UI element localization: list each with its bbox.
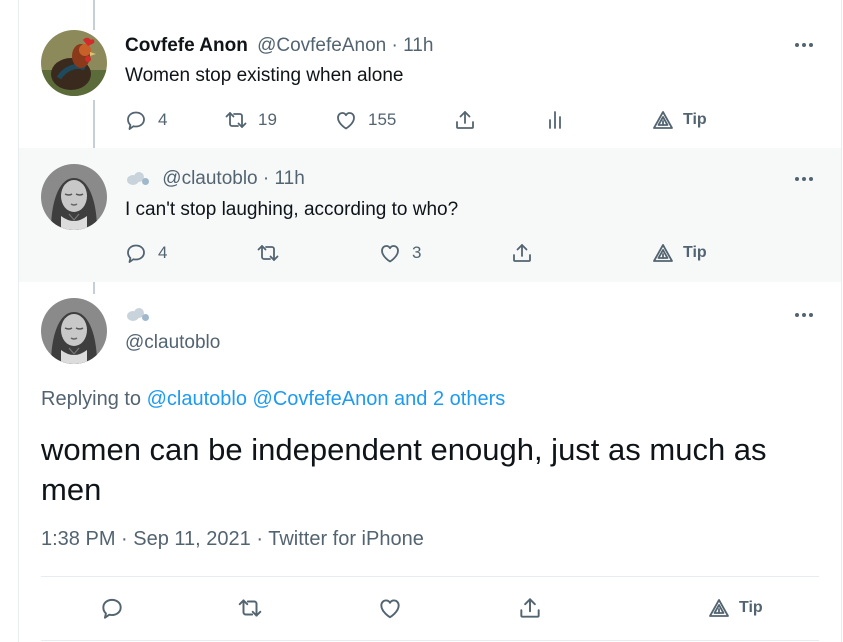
retweet-icon bbox=[237, 595, 263, 621]
share-icon bbox=[510, 241, 534, 265]
tweet-header: @clautoblo · 11h bbox=[125, 168, 305, 190]
retweet-button[interactable] bbox=[256, 237, 290, 269]
reply-count: 4 bbox=[158, 110, 168, 129]
tweet-time[interactable]: 11h bbox=[403, 35, 433, 56]
author-handle[interactable]: @CovfefeAnon bbox=[257, 35, 386, 56]
tip-label: Tip bbox=[683, 244, 707, 261]
like-button[interactable]: 3 bbox=[378, 237, 421, 269]
separator: · bbox=[257, 168, 275, 189]
tweet-clautoblo-reply[interactable]: @clautoblo · 11h I can't stop laughing, … bbox=[19, 148, 841, 282]
tip-button[interactable]: Tip bbox=[651, 104, 707, 136]
share-icon bbox=[517, 595, 543, 621]
tweet-actions: 4 3 Tip bbox=[19, 237, 841, 269]
share-button[interactable] bbox=[453, 104, 477, 136]
share-button[interactable] bbox=[517, 592, 543, 624]
cloud-emoji-icon bbox=[125, 306, 151, 324]
reply-button[interactable]: 4 bbox=[124, 237, 167, 269]
share-button[interactable] bbox=[510, 237, 534, 269]
more-icon[interactable] bbox=[795, 308, 819, 322]
heart-icon bbox=[377, 595, 403, 621]
separator: · bbox=[386, 35, 404, 56]
divider-bottom bbox=[41, 640, 819, 641]
divider bbox=[41, 576, 819, 577]
tweet-text: Women stop existing when alone bbox=[125, 65, 404, 86]
tweet-source[interactable]: Twitter for iPhone bbox=[268, 528, 424, 550]
like-button[interactable] bbox=[377, 592, 403, 624]
tip-icon bbox=[707, 596, 731, 620]
main-tweet-actions: Tip bbox=[19, 592, 841, 624]
tip-icon bbox=[651, 241, 675, 265]
tip-label: Tip bbox=[683, 111, 707, 128]
tweet-header: Covfefe Anon @CovfefeAnon · 11h bbox=[125, 35, 433, 57]
more-icon[interactable] bbox=[795, 38, 819, 52]
avatar-clautoblo[interactable] bbox=[41, 164, 107, 230]
reply-button[interactable] bbox=[99, 592, 125, 624]
heart-icon bbox=[334, 108, 358, 132]
tip-button[interactable]: Tip bbox=[651, 237, 707, 269]
replying-mentions-link[interactable]: @clautoblo @CovfefeAnon and 2 others bbox=[147, 388, 506, 410]
like-button[interactable]: 155 bbox=[334, 104, 396, 136]
tip-button[interactable]: Tip bbox=[707, 592, 763, 624]
tweet-thread: Covfefe Anon @CovfefeAnon · 11h Women st… bbox=[18, 0, 842, 642]
tweet-date[interactable]: Sep 11, 2021 bbox=[133, 528, 251, 550]
cloud-emoji-icon bbox=[125, 170, 151, 188]
retweet-icon bbox=[256, 241, 280, 265]
main-author-handle[interactable]: @clautoblo bbox=[125, 332, 220, 354]
more-icon[interactable] bbox=[795, 172, 819, 186]
main-author-name-row[interactable] bbox=[125, 304, 151, 326]
reply-icon bbox=[99, 595, 125, 621]
main-tweet-text: women can be independent enough, just as… bbox=[41, 432, 767, 507]
replying-to: Replying to @clautoblo @CovfefeAnon and … bbox=[41, 388, 505, 411]
tip-label: Tip bbox=[739, 599, 763, 616]
separator: · bbox=[250, 528, 269, 550]
reply-icon bbox=[124, 108, 148, 132]
like-count: 3 bbox=[412, 243, 422, 262]
replying-prefix: Replying to bbox=[41, 388, 147, 410]
reply-icon bbox=[124, 241, 148, 265]
retweet-button[interactable]: 19 bbox=[224, 104, 277, 136]
retweet-count: 19 bbox=[258, 110, 277, 129]
tweet-timestamp[interactable]: 1:38 PM bbox=[41, 528, 115, 550]
tweet-covfefe[interactable]: Covfefe Anon @CovfefeAnon · 11h Women st… bbox=[19, 0, 841, 148]
avatar-clautoblo[interactable] bbox=[41, 298, 107, 364]
like-count: 155 bbox=[368, 110, 397, 129]
reply-count: 4 bbox=[158, 243, 168, 262]
tip-icon bbox=[651, 108, 675, 132]
avatar-rooster[interactable] bbox=[41, 30, 107, 96]
retweet-icon bbox=[224, 108, 248, 132]
heart-icon bbox=[378, 241, 402, 265]
tweet-metadata: 1:38 PM · Sep 11, 2021 · Twitter for iPh… bbox=[41, 528, 424, 551]
tweet-time[interactable]: 11h bbox=[275, 168, 305, 189]
separator: · bbox=[115, 528, 134, 550]
retweet-button[interactable] bbox=[237, 592, 263, 624]
share-icon bbox=[453, 108, 477, 132]
author-handle[interactable]: @clautoblo bbox=[162, 168, 257, 189]
tweet-text: I can't stop laughing, according to who? bbox=[125, 199, 459, 220]
analytics-button[interactable] bbox=[543, 104, 567, 136]
tweet-actions: 4 19 155 Tip bbox=[19, 104, 841, 136]
author-name[interactable]: Covfefe Anon bbox=[125, 35, 248, 56]
reply-button[interactable]: 4 bbox=[124, 104, 167, 136]
analytics-icon bbox=[543, 108, 567, 132]
